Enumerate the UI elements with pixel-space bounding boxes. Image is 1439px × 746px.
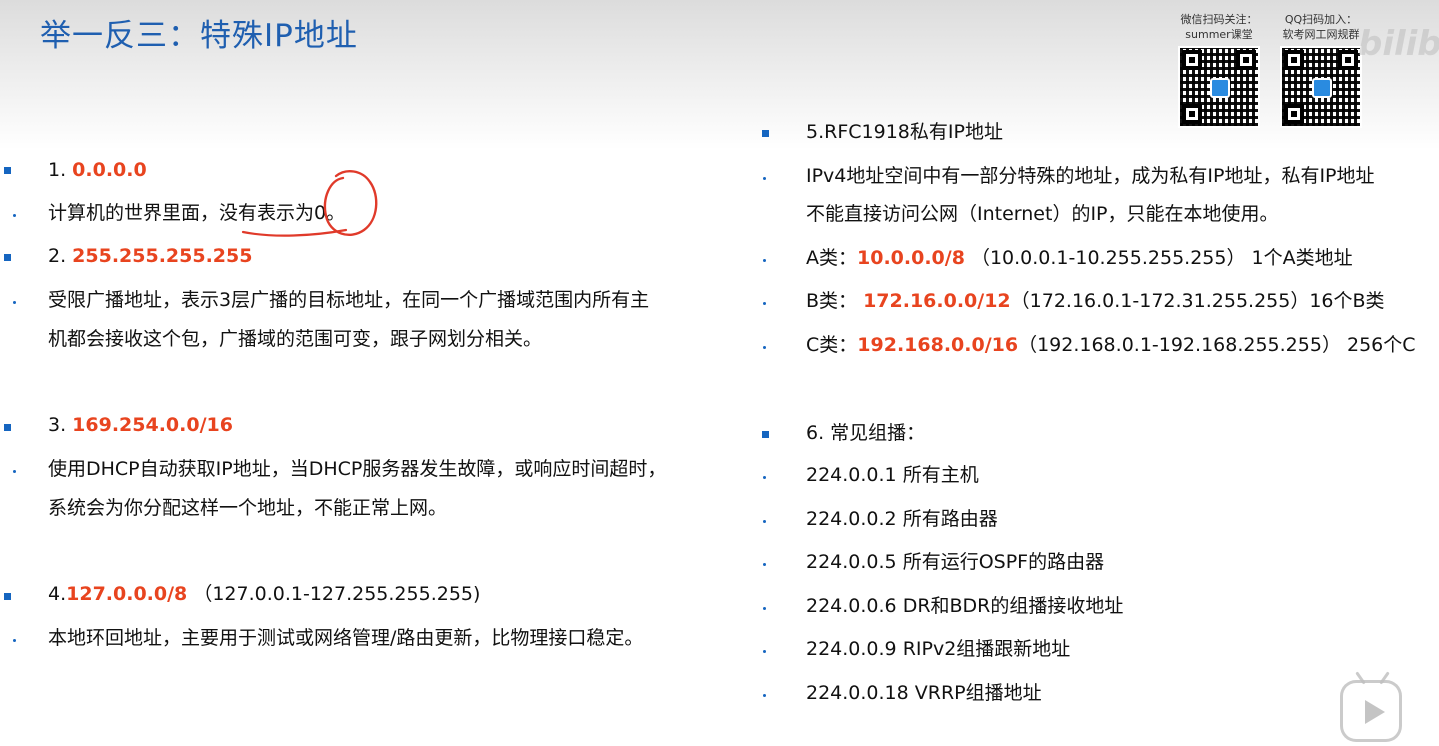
highlight-ip: 127.0.0.0/8 — [66, 583, 188, 605]
qr-caption: 软考网工网规群 — [1282, 28, 1360, 41]
section-4-desc: 本地环回地址，主要用于测试或网络管理/路由更新，比物理接口稳定。 — [48, 627, 644, 649]
highlight-ip: 192.168.0.0/16 — [857, 334, 1019, 356]
multicast-item: 224.0.0.18 VRRP组播地址 — [806, 682, 1042, 704]
section-3-heading: 3. 169.254.0.0/16 — [48, 412, 233, 438]
multicast-item: 224.0.0.6 DR和BDR的组播接收地址 — [806, 595, 1124, 617]
class-c-line: C类：192.168.0.0/16（192.168.0.1-192.168.25… — [806, 332, 1416, 358]
section-number: 3. — [48, 414, 73, 436]
section-3-desc-line2: 系统会为你分配这样一个地址，不能正常上网。 — [48, 497, 448, 519]
square-bullet-icon — [4, 254, 11, 261]
dot-bullet-icon — [763, 177, 766, 180]
qr-caption: 微信扫码关注： — [1180, 13, 1258, 26]
dot-bullet-icon — [763, 607, 766, 610]
highlight-ip: 0.0.0.0 — [72, 159, 147, 181]
ip-range: （127.0.0.1-127.255.255.255) — [187, 583, 481, 605]
qr-caption: summer课堂 — [1185, 28, 1253, 41]
qq-qr-block: QQ扫码加入： 软考网工网规群 — [1280, 12, 1362, 128]
dot-bullet-icon — [13, 301, 16, 304]
square-bullet-icon — [4, 424, 11, 431]
ip-range: （10.0.0.1-10.255.255.255） 1个A类地址 — [964, 247, 1353, 269]
dot-bullet-icon — [763, 694, 766, 697]
multicast-item: 224.0.0.9 RIPv2组播跟新地址 — [806, 638, 1071, 660]
dot-bullet-icon — [13, 214, 16, 217]
class-a-line: A类：10.0.0.0/8 （10.0.0.1-10.255.255.255） … — [806, 245, 1353, 271]
app-logo-icon — [1210, 78, 1230, 98]
app-logo-icon — [1312, 78, 1332, 98]
qq-qr-code — [1280, 46, 1362, 128]
dot-bullet-icon — [763, 520, 766, 523]
highlight-ip: 10.0.0.0/8 — [857, 247, 965, 269]
highlight-ip: 172.16.0.0/12 — [863, 290, 1011, 312]
bilibili-watermark: bilibili — [1358, 24, 1439, 64]
square-bullet-icon — [762, 431, 769, 438]
dot-bullet-icon — [763, 476, 766, 479]
multicast-item: 224.0.0.1 所有主机 — [806, 464, 979, 486]
dot-bullet-icon — [763, 302, 766, 305]
dot-bullet-icon — [763, 346, 766, 349]
section-2-heading: 2. 255.255.255.255 — [48, 243, 252, 269]
play-icon — [1365, 700, 1385, 724]
wechat-qr-code — [1178, 46, 1260, 128]
dot-bullet-icon — [763, 563, 766, 566]
dot-bullet-icon — [13, 470, 16, 473]
section-number: 1. — [48, 159, 73, 181]
square-bullet-icon — [4, 167, 11, 174]
section-number: 2. — [48, 245, 73, 267]
wechat-qr-block: 微信扫码关注： summer课堂 — [1178, 12, 1260, 128]
multicast-item: 224.0.0.5 所有运行OSPF的路由器 — [806, 551, 1105, 573]
section-2-desc-line2: 机都会接收这个包，广播域的范围可变，跟子网划分相关。 — [48, 328, 543, 350]
highlight-ip: 169.254.0.0/16 — [72, 414, 233, 436]
section-1-heading: 1. 0.0.0.0 — [48, 157, 147, 183]
highlight-ip: 255.255.255.255 — [72, 245, 253, 267]
section-2-desc-line1: 受限广播地址，表示3层广播的目标地址，在同一个广播域范围内所有主 — [48, 289, 650, 311]
play-button[interactable] — [1340, 680, 1402, 742]
square-bullet-icon — [4, 593, 11, 600]
class-label: C类： — [806, 334, 858, 356]
class-b-line: B类： 172.16.0.0/12（172.16.0.1-172.31.255.… — [806, 288, 1385, 314]
dot-bullet-icon — [763, 259, 766, 262]
section-number: 4. — [48, 583, 67, 605]
section-4-heading: 4.127.0.0.0/8 （127.0.0.1-127.255.255.255… — [48, 581, 480, 607]
ip-range: （172.16.0.1-172.31.255.255）16个B类 — [1010, 290, 1385, 312]
section-1-desc: 计算机的世界里面，没有表示为0。 — [48, 202, 346, 224]
square-bullet-icon — [762, 130, 769, 137]
section-5-heading: 5.RFC1918私有IP地址 — [806, 121, 1003, 143]
class-label: B类： — [806, 290, 864, 312]
section-3-desc-line1: 使用DHCP自动获取IP地址，当DHCP服务器发生故障，或响应时间超时， — [48, 458, 667, 480]
dot-bullet-icon — [763, 650, 766, 653]
qr-caption: QQ扫码加入： — [1284, 13, 1358, 26]
section-6-heading: 6. 常见组播： — [806, 422, 926, 444]
section-5-desc-line1: IPv4地址空间中有一部分特殊的地址，成为私有IP地址，私有IP地址 — [806, 165, 1375, 187]
ip-range: （192.168.0.1-192.168.255.255） 256个C — [1018, 334, 1416, 356]
slide-title: 举一反三：特殊IP地址 — [40, 18, 358, 54]
section-5-desc-line2: 不能直接访问公网（Internet）的IP，只能在本地使用。 — [806, 203, 1279, 225]
class-label: A类： — [806, 247, 857, 269]
multicast-item: 224.0.0.2 所有路由器 — [806, 508, 998, 530]
dot-bullet-icon — [13, 639, 16, 642]
